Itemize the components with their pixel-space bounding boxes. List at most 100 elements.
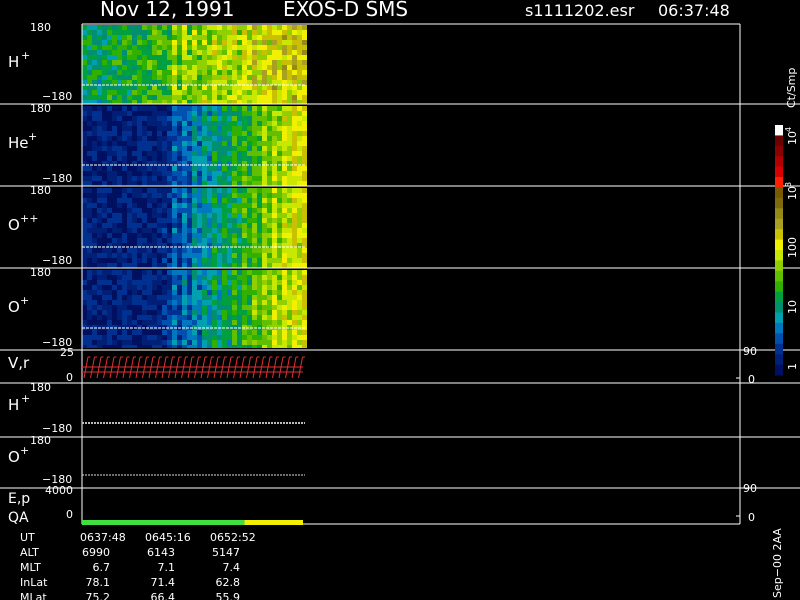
heatmap-cell: [297, 248, 302, 253]
heatmap-cell: [232, 218, 237, 223]
heatmap-cell: [182, 141, 187, 146]
heatmap-cell: [237, 100, 242, 104]
heatmap-cell: [222, 75, 227, 80]
heatmap-cell: [142, 295, 147, 300]
heatmap-cell: [287, 151, 292, 156]
heatmap-cell: [112, 253, 117, 258]
heatmap-cell: [137, 223, 142, 228]
heatmap-cell: [127, 310, 132, 315]
heatmap-cell: [257, 218, 262, 223]
heatmap-cell: [257, 166, 262, 171]
heatmap-cell: [257, 171, 262, 176]
heatmap-cell: [232, 320, 237, 325]
heatmap-cell: [147, 30, 152, 35]
heatmap-cell: [177, 223, 182, 228]
heatmap-cell: [202, 295, 207, 300]
heatmap-cell: [112, 275, 117, 280]
heatmap-cell: [227, 55, 232, 60]
heatmap-cell: [217, 70, 222, 75]
heatmap-cell: [87, 263, 92, 268]
heatmap-cell: [237, 295, 242, 300]
heatmap-cell: [132, 85, 137, 90]
heatmap-cell: [122, 330, 127, 335]
heatmap-cell: [302, 75, 307, 80]
heatmap-cell: [282, 295, 287, 300]
heatmap-cell: [97, 65, 102, 70]
heatmap-cell: [272, 65, 277, 70]
heatmap-cell: [127, 85, 132, 90]
heatmap-cell: [117, 335, 122, 340]
heatmap-cell: [112, 248, 117, 253]
heatmap-cell: [182, 233, 187, 238]
heatmap-cell: [302, 35, 307, 40]
heatmap-cell: [197, 90, 202, 95]
heatmap-cell: [302, 116, 307, 121]
heatmap-cell: [277, 45, 282, 50]
heatmap-cell: [182, 310, 187, 315]
heatmap-cell: [87, 136, 92, 141]
heatmap-cell: [237, 40, 242, 45]
heatmap-cell: [257, 60, 262, 65]
heatmap-cell: [267, 345, 272, 348]
heatmap-cell: [242, 248, 247, 253]
heatmap-cell: [162, 126, 167, 131]
heatmap-cell: [247, 258, 252, 263]
heatmap-cell: [292, 141, 297, 146]
heatmap-cell: [237, 335, 242, 340]
heatmap-cell: [147, 315, 152, 320]
heatmap-cell: [102, 100, 107, 104]
heatmap-cell: [87, 65, 92, 70]
heatmap-cell: [282, 136, 287, 141]
heatmap-cell: [212, 258, 217, 263]
heatmap-cell: [162, 223, 167, 228]
heatmap-cell: [102, 141, 107, 146]
colorbar-cell: [775, 260, 783, 272]
heatmap-cell: [267, 100, 272, 104]
heatmap-cell: [157, 295, 162, 300]
heatmap-cell: [272, 176, 277, 181]
heatmap-cell: [132, 218, 137, 223]
heatmap-cell: [82, 25, 87, 30]
heatmap-cell: [247, 285, 252, 290]
heatmap-cell: [102, 35, 107, 40]
heatmap-cell: [212, 330, 217, 335]
heatmap-cell: [232, 310, 237, 315]
heatmap-cell: [112, 131, 117, 136]
heatmap-cell: [282, 121, 287, 126]
heatmap-cell: [272, 223, 277, 228]
heatmap-cell: [102, 45, 107, 50]
heatmap-cell: [212, 151, 217, 156]
heatmap-cell: [202, 330, 207, 335]
heatmap-cell: [142, 275, 147, 280]
heatmap-cell: [197, 340, 202, 345]
heatmap-cell: [212, 198, 217, 203]
heatmap-cell: [182, 90, 187, 95]
heatmap-cell: [92, 203, 97, 208]
heatmap-cell: [82, 106, 87, 111]
heatmap-cell: [137, 70, 142, 75]
heatmap-cell: [247, 80, 252, 85]
heatmap-cell: [227, 156, 232, 161]
heatmap-cell: [102, 55, 107, 60]
heatmap-cell: [202, 233, 207, 238]
heatmap-cell: [252, 181, 257, 186]
heatmap-cell: [267, 126, 272, 131]
heatmap-cell: [177, 320, 182, 325]
heatmap-cell: [282, 146, 287, 151]
heatmap-cell: [122, 141, 127, 146]
heatmap-cell: [157, 228, 162, 233]
table-cell: 6990: [82, 546, 110, 559]
heatmap-cell: [102, 238, 107, 243]
heatmap-cell: [157, 238, 162, 243]
heatmap-cell: [247, 141, 252, 146]
heatmap-cell: [122, 136, 127, 141]
heatmap-cell: [237, 203, 242, 208]
heatmap-cell: [232, 300, 237, 305]
heatmap-cell: [167, 126, 172, 131]
heatmap-cell: [287, 70, 292, 75]
heatmap-cell: [137, 106, 142, 111]
heatmap-cell: [277, 258, 282, 263]
heatmap-cell: [267, 176, 272, 181]
heatmap-cell: [187, 65, 192, 70]
heatmap-cell: [277, 275, 282, 280]
